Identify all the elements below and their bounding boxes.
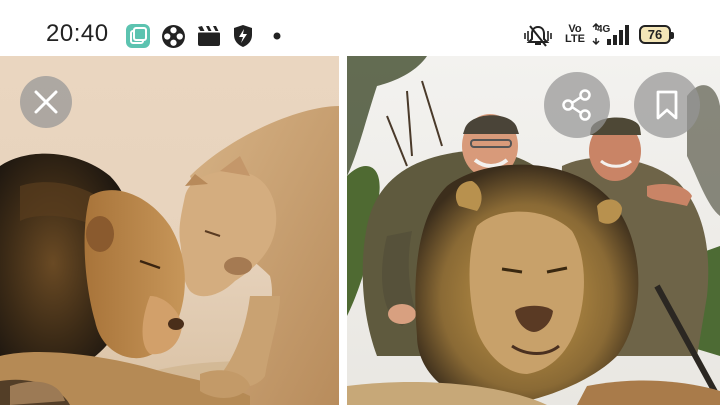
battery-icon: 76 [639,25,674,44]
battery-level: 76 [647,27,663,42]
share-icon [562,89,591,121]
film-reel-icon [162,25,185,48]
4g-signal-icon [592,23,629,46]
clapperboard-icon [198,26,220,46]
volte-icon: Vo LTE [565,24,585,45]
status-bar: 20:40 Vo LTE 4G 76 [0,0,720,56]
image-viewer-screen: 20:40 Vo LTE 4G 76 [0,0,720,405]
more-dot-icon [273,32,281,40]
bookmark-icon [656,90,678,120]
clock: 20:40 [46,20,109,47]
close-icon [34,90,58,114]
volte-bottom-label: LTE [565,33,585,45]
app-switch-icon [126,24,150,48]
vibrate-mute-icon [524,25,552,47]
share-button[interactable] [544,72,610,138]
bookmark-button[interactable] [634,72,700,138]
close-button[interactable] [20,76,72,128]
shield-bolt-icon [234,25,252,47]
